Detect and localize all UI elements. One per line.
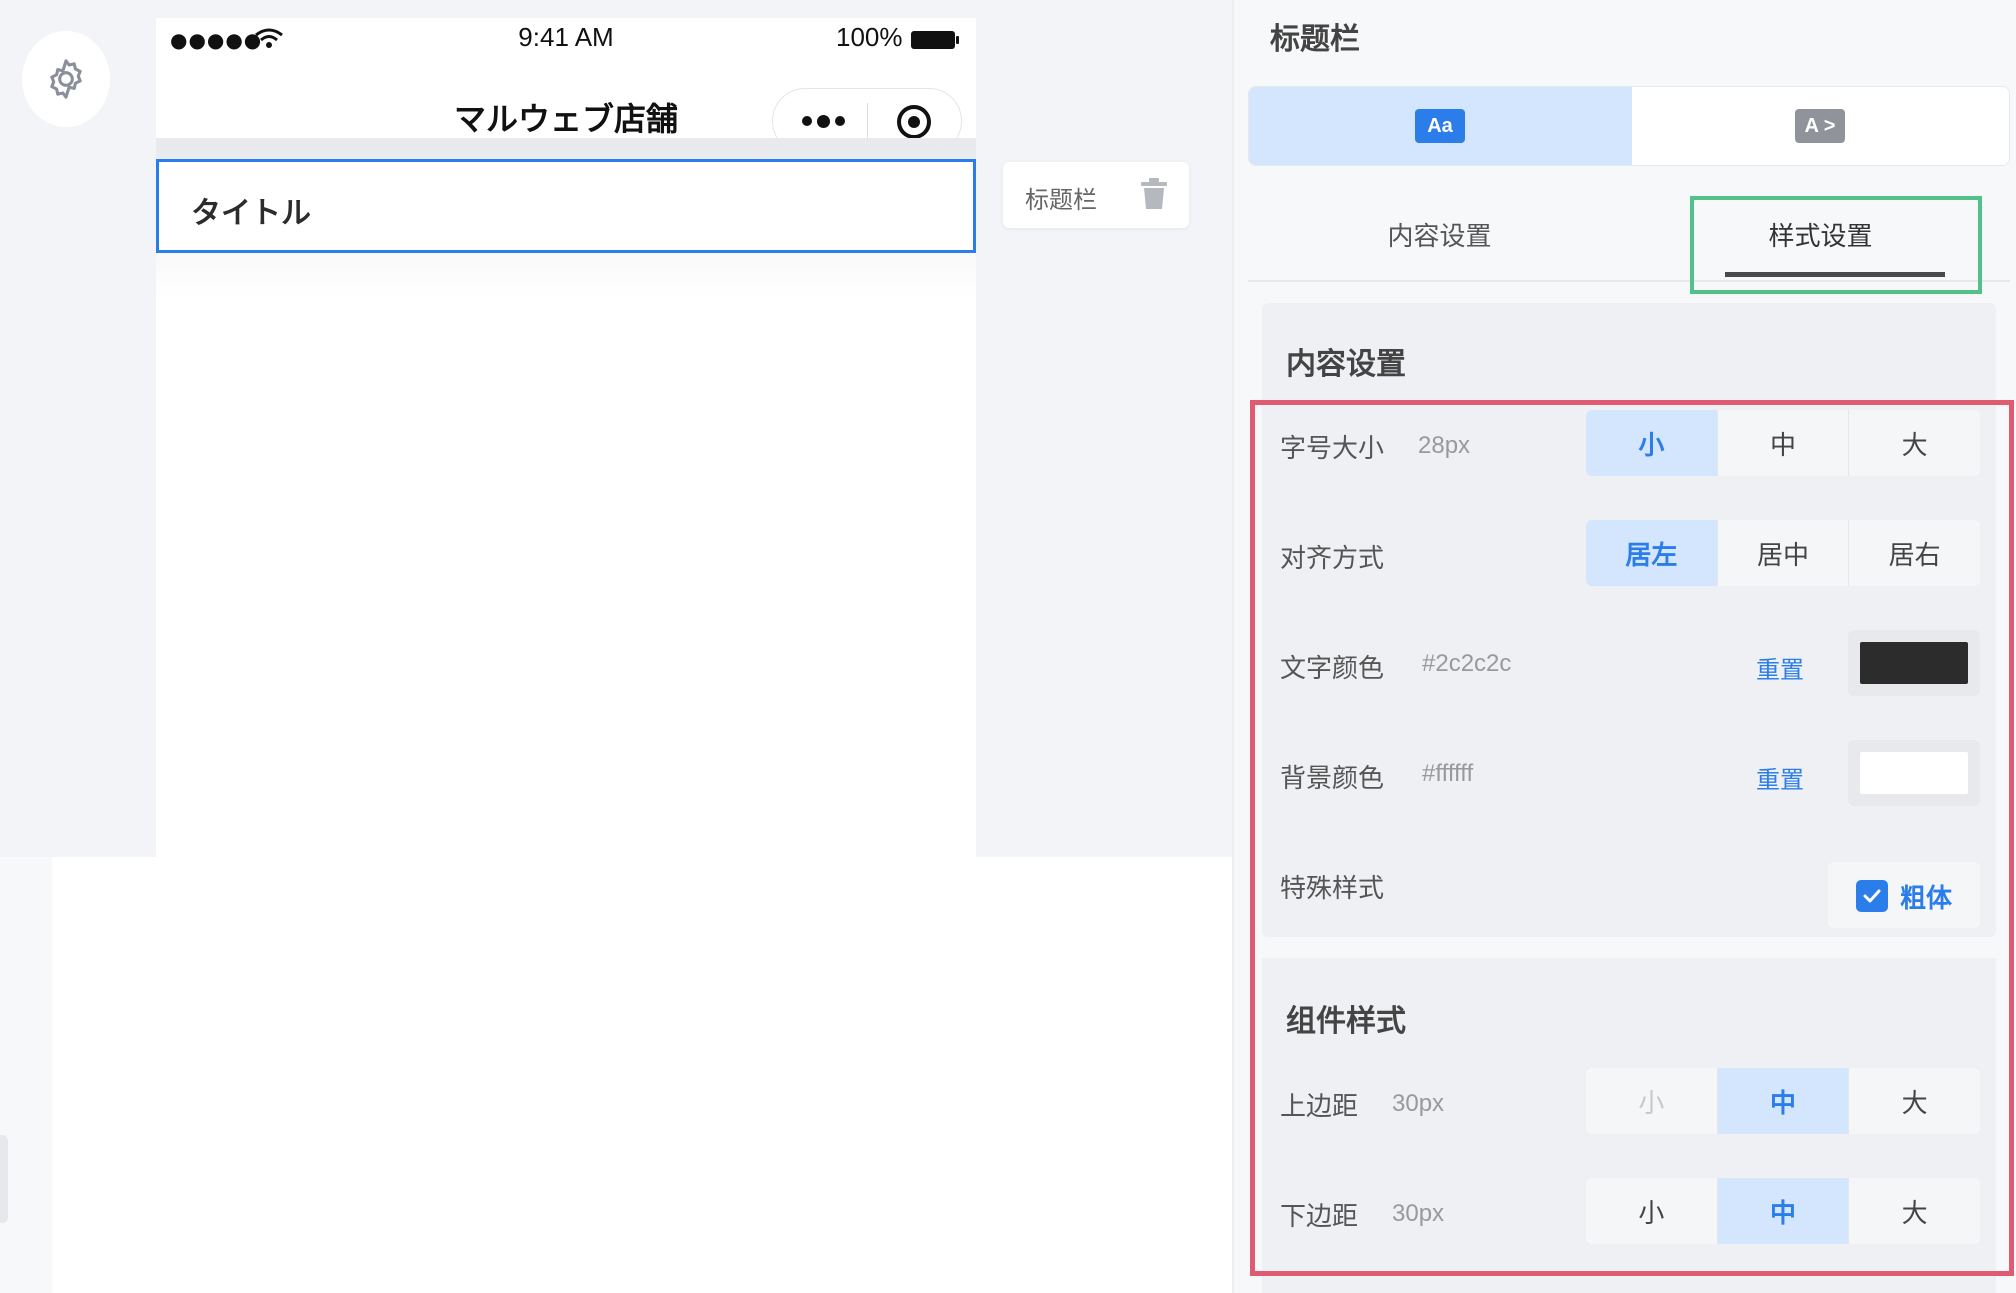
tab-content-settings[interactable]: 内容设置 <box>1248 192 1631 280</box>
gear-icon <box>50 59 82 99</box>
title-bar-text: タイトル <box>191 196 311 231</box>
component-label-text: 标题栏 <box>1025 186 1097 214</box>
highlight-box-green <box>1690 196 1982 294</box>
status-bar: ●●●●● 9:41 AM 100% <box>156 18 976 64</box>
settings-panel: 标题栏 Aa A > 内容设置 样式设置 内容设置 字号大小 28px 小 中 … <box>1234 0 2016 1293</box>
title-bar-component[interactable]: タイトル <box>156 159 976 253</box>
settings-tabs: 内容设置 样式设置 <box>1248 192 2010 294</box>
battery-icon <box>911 31 959 49</box>
type-option-text[interactable]: Aa <box>1249 87 1632 165</box>
collapse-handle[interactable] <box>0 1135 8 1223</box>
section-title-content: 内容设置 <box>1286 347 1406 382</box>
title-type-switch: Aa A > <box>1248 86 2010 166</box>
panel-title: 标题栏 <box>1270 22 1360 57</box>
battery-percent: 100% <box>836 22 903 52</box>
phone-preview: ●●●●● 9:41 AM 100% マルウェブ店舗 タイトル <box>156 18 976 857</box>
more-icon[interactable] <box>793 103 853 139</box>
type-option-text-link[interactable]: A > <box>1632 87 2009 165</box>
capsule-divider <box>867 103 868 141</box>
component-label-tag: 标题栏 <box>1003 162 1189 228</box>
canvas-left-strip <box>0 857 52 1293</box>
text-style-icon: Aa <box>1415 109 1465 143</box>
highlight-box-red <box>1250 400 2014 1276</box>
close-target-icon[interactable] <box>895 103 933 141</box>
page-settings-button[interactable] <box>22 31 110 127</box>
text-link-style-icon: A > <box>1795 109 1845 143</box>
trash-icon[interactable] <box>1139 178 1169 210</box>
